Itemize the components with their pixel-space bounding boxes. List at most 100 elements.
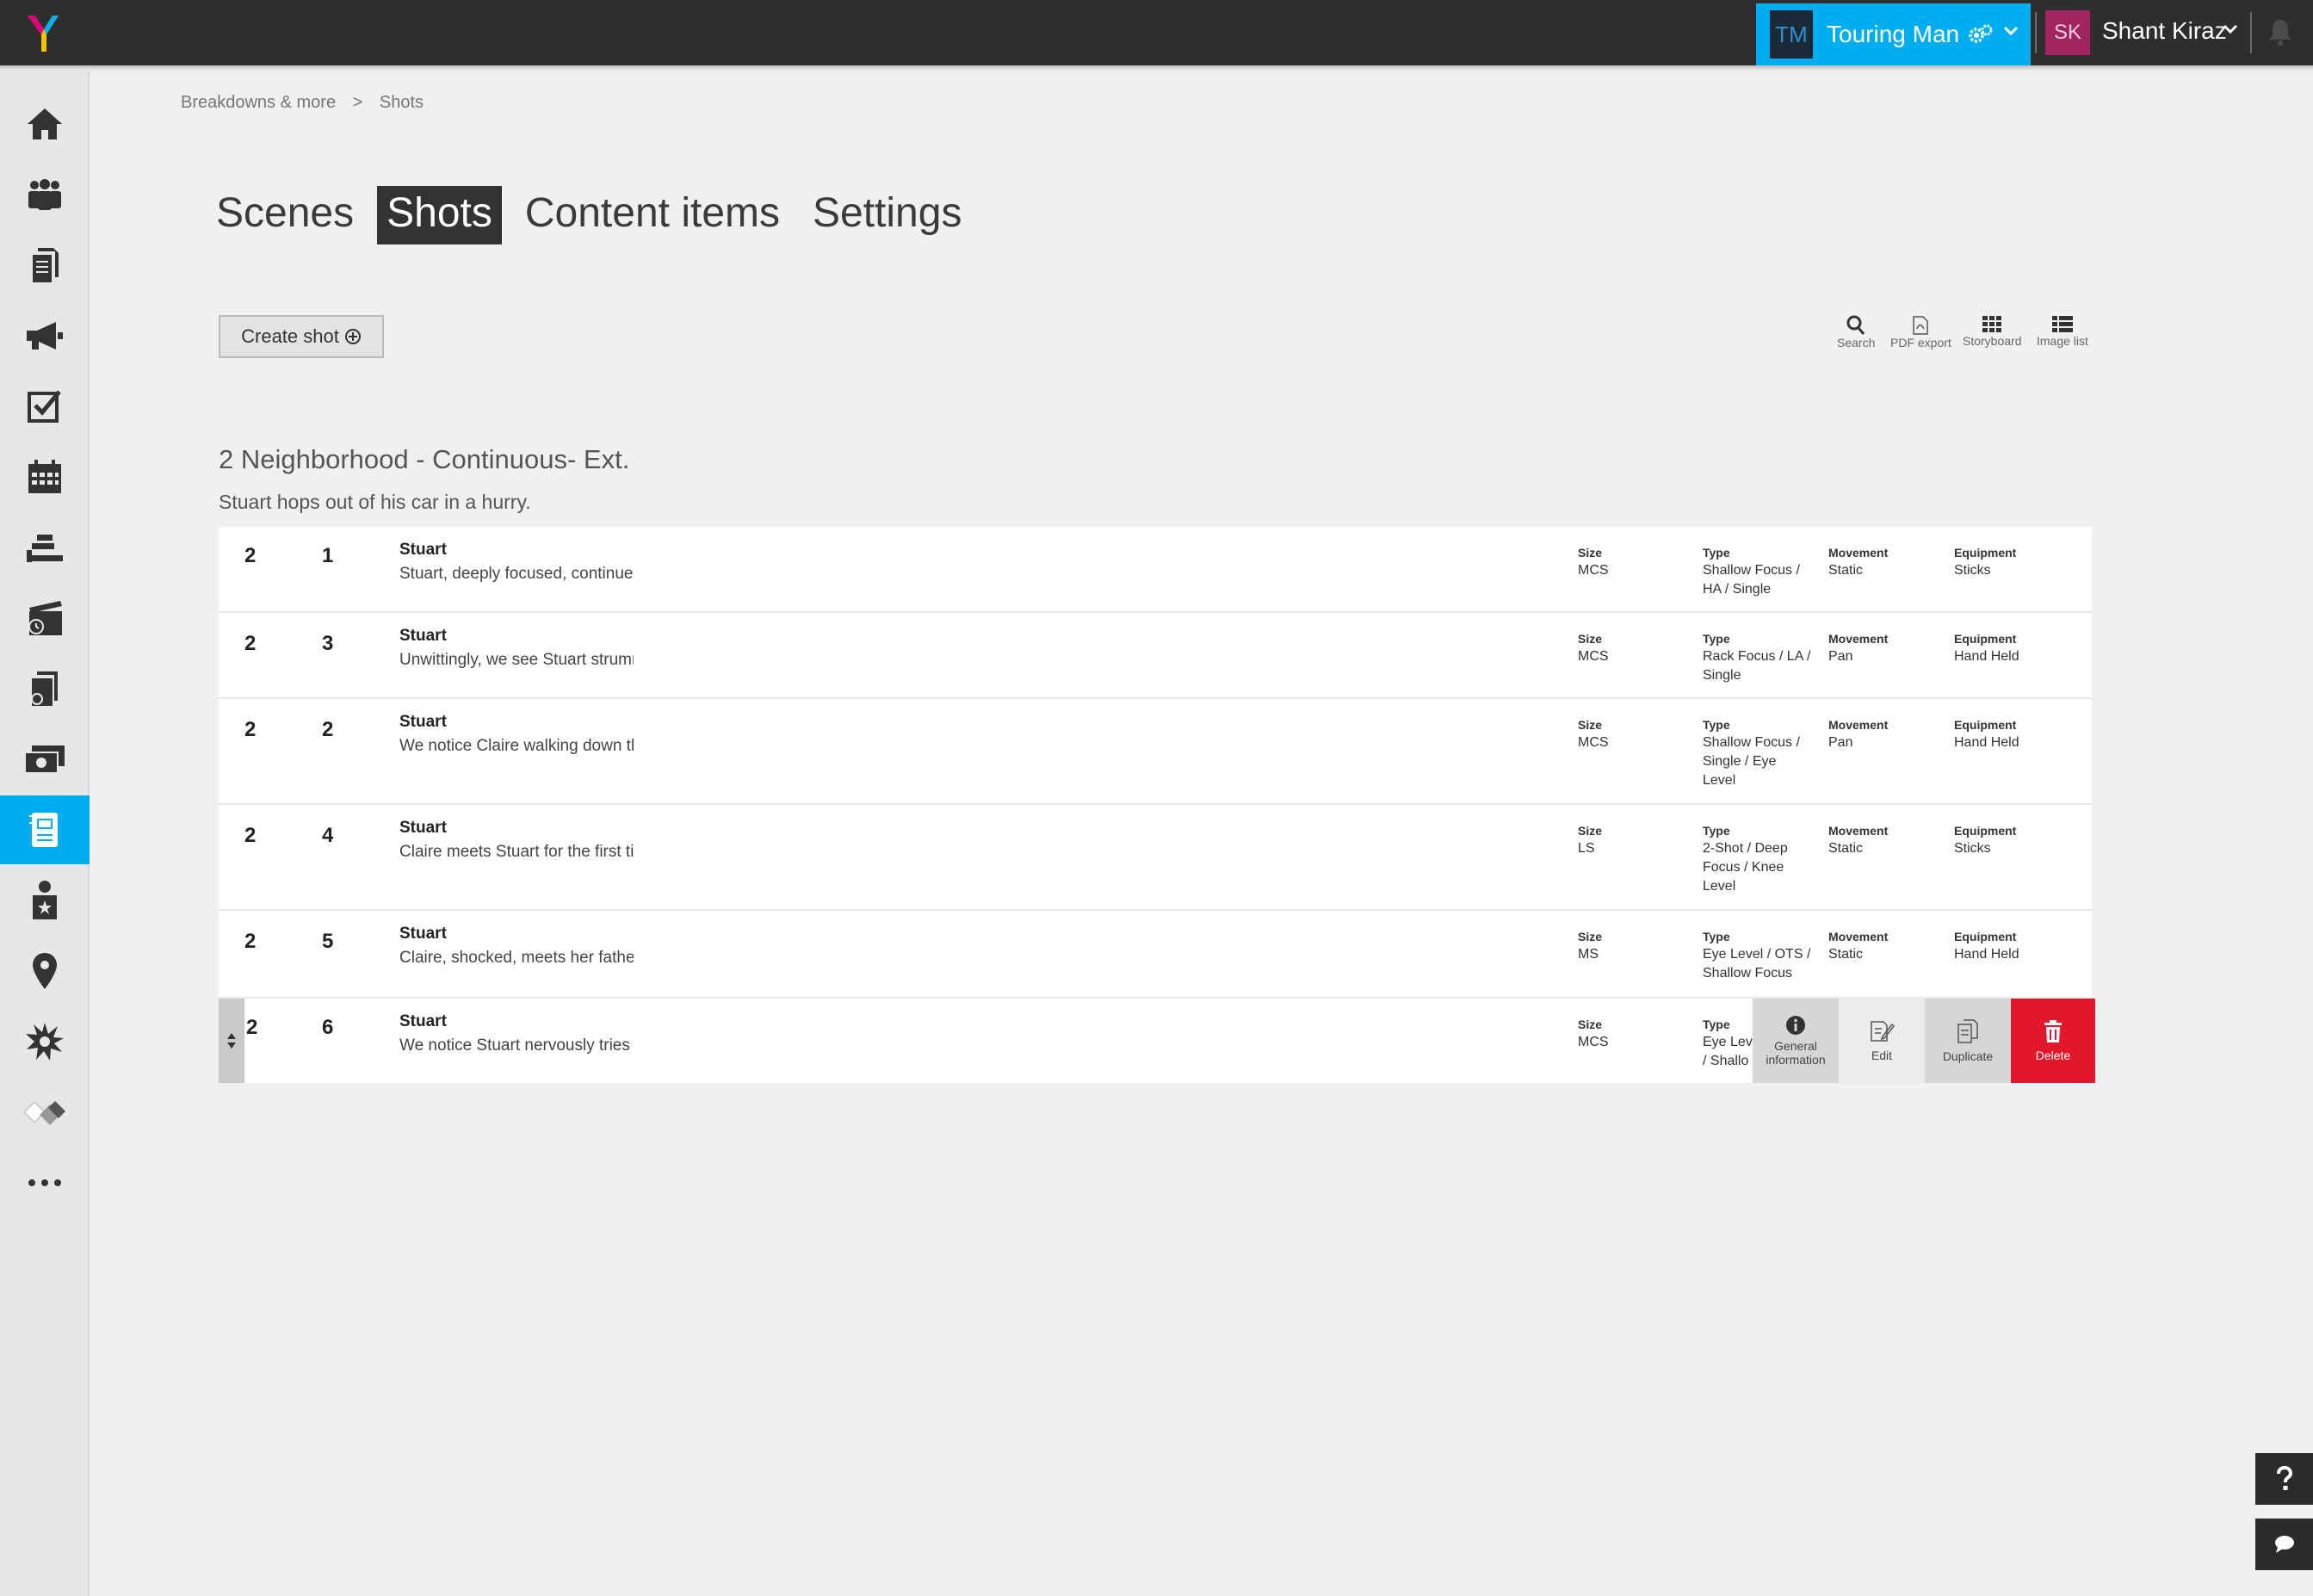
image-list-tool[interactable]: Image list [2037,315,2088,348]
shot-row[interactable]: 2 2 Stuart We notice Claire walking down… [219,699,2092,805]
delete-label: Delete [2035,1049,2071,1062]
shot-character: Stuart [399,925,447,943]
size-value: MCS [1578,735,1609,750]
chevron-down-icon[interactable] [2003,26,2019,36]
sidebar-item-schedule[interactable] [0,513,90,582]
equipment-label: Equipment [1954,632,2017,646]
movement-value: Pan [1828,735,1853,750]
breadcrumb-separator: > [352,93,363,112]
type-label: Type [1703,632,1730,646]
sidebar-item-calendar[interactable] [0,442,90,511]
shot-description: We notice Claire walking down the [399,737,634,755]
shot-row[interactable]: 2 1 Stuart Stuart, deeply focused, conti… [219,527,2092,613]
size-label: Size [1578,718,1603,732]
delete-button[interactable]: Delete [2011,999,2095,1083]
scene-number: 2 [244,632,257,655]
shot-row[interactable]: 2 3 Stuart Unwittingly, we see Stuart st… [219,613,2092,699]
movement-label: Movement [1828,930,1889,943]
pdf-export-tool[interactable]: PDF export [1890,315,1951,350]
breadcrumb-parent[interactable]: Breakdowns & more [181,93,336,112]
user-avatar[interactable]: SK [2045,10,2090,55]
sidebar-item-callsheets[interactable] [0,584,90,653]
edit-button[interactable]: Edit [1839,999,1925,1083]
shot-character: Stuart [399,713,447,731]
divider [2035,12,2037,53]
bell-icon[interactable] [2267,17,2293,46]
chat-button[interactable] [2255,1519,2313,1570]
link-icon [22,1100,65,1125]
storyboard-tool[interactable]: Storyboard [1963,315,2021,348]
movement-value: Static [1828,947,1864,962]
type-value: Eye Lev / Shallo [1703,1035,1753,1068]
project-settings-icon[interactable] [1968,24,1994,45]
sidebar-item-effects[interactable] [0,1007,90,1076]
tab-scenes[interactable]: Scenes [207,186,363,244]
sidebar-item-home[interactable] [0,90,90,158]
equipment-label: Equipment [1954,546,2017,560]
tab-shots[interactable]: Shots [377,186,502,244]
shot-row-hovered[interactable]: 2 6 Stuart We notice Stuart nervously tr… [219,999,2095,1083]
shot-row[interactable]: 2 4 Stuart Claire meets Stuart for the f… [219,805,2092,911]
project-name: Touring Man [1827,21,1960,47]
sidebar-item-documents[interactable] [0,231,90,300]
equipment-value: Sticks [1954,563,1991,578]
sidebar-item-breakdowns[interactable] [0,795,90,864]
movement-label: Movement [1828,824,1889,838]
shot-row[interactable]: 2 5 Stuart Claire, shocked, meets her fa… [219,911,2092,999]
sidebar-item-team[interactable] [0,160,90,229]
sidebar-item-scripts[interactable] [0,654,90,723]
sidebar-item-budget[interactable] [0,725,90,794]
scene-title: 2 Neighborhood - Continuous- Ext. [219,444,630,474]
size-value: MCS [1578,1035,1609,1049]
info-icon [1786,1016,1805,1035]
sort-arrows-icon [227,1033,236,1049]
top-bar: TM Touring Man SK Shant Kiraz [0,0,2313,65]
type-value: Eye Level / OTS / Shallow Focus [1703,947,1811,980]
tab-bar: Scenes Shots Content items Settings [207,186,985,244]
movement-label: Movement [1828,632,1889,646]
general-information-button[interactable]: General information [1753,999,1839,1083]
storyboard-label: Storyboard [1963,334,2022,348]
movement-value: Pan [1828,649,1853,664]
shot-number: 4 [322,824,334,847]
drag-handle[interactable] [219,999,244,1083]
edit-icon [1871,1021,1895,1042]
create-shot-button[interactable]: Create shot [219,315,384,358]
list-icon [2051,316,2073,332]
user-name[interactable]: Shant Kiraz [2102,17,2227,45]
duplicate-label: Duplicate [1942,1049,1994,1063]
megaphone-icon [27,322,63,350]
team-icon [28,179,61,210]
search-icon [1846,315,1865,335]
scene-number: 2 [244,718,257,741]
sidebar-item-cast[interactable] [0,866,90,935]
shot-character: Stuart [399,627,447,645]
shot-number: 6 [322,1016,334,1039]
duplicate-button[interactable]: Duplicate [1925,999,2011,1083]
tab-content-items[interactable]: Content items [516,186,789,244]
scene-number: 2 [244,824,257,847]
script-icon [31,671,58,706]
sidebar-item-more[interactable] [0,1148,90,1217]
shot-character: Stuart [399,819,447,837]
movement-value: Static [1828,563,1864,578]
general-information-label: General information [1766,1039,1826,1067]
search-tool[interactable]: Search [1837,315,1875,350]
tab-settings[interactable]: Settings [803,186,971,244]
documents-icon [33,248,59,282]
sidebar-item-integrations[interactable] [0,1078,90,1147]
project-switcher[interactable]: TM Touring Man [1756,3,2031,65]
type-value: Shallow Focus / HA / Single [1703,563,1800,597]
shot-description: Claire, shocked, meets her father [399,949,634,967]
create-shot-label: Create shot [241,325,339,347]
help-button[interactable] [2255,1453,2313,1505]
sidebar-item-locations[interactable] [0,937,90,1005]
sidebar-item-tasks[interactable] [0,372,90,441]
question-icon [2276,1466,2292,1490]
chevron-down-icon[interactable] [2223,24,2238,34]
size-value: MS [1578,947,1599,962]
type-label: Type [1703,930,1730,943]
sidebar-item-announcements[interactable] [0,301,90,370]
type-label: Type [1703,1018,1730,1031]
app-logo-icon[interactable] [24,12,62,55]
